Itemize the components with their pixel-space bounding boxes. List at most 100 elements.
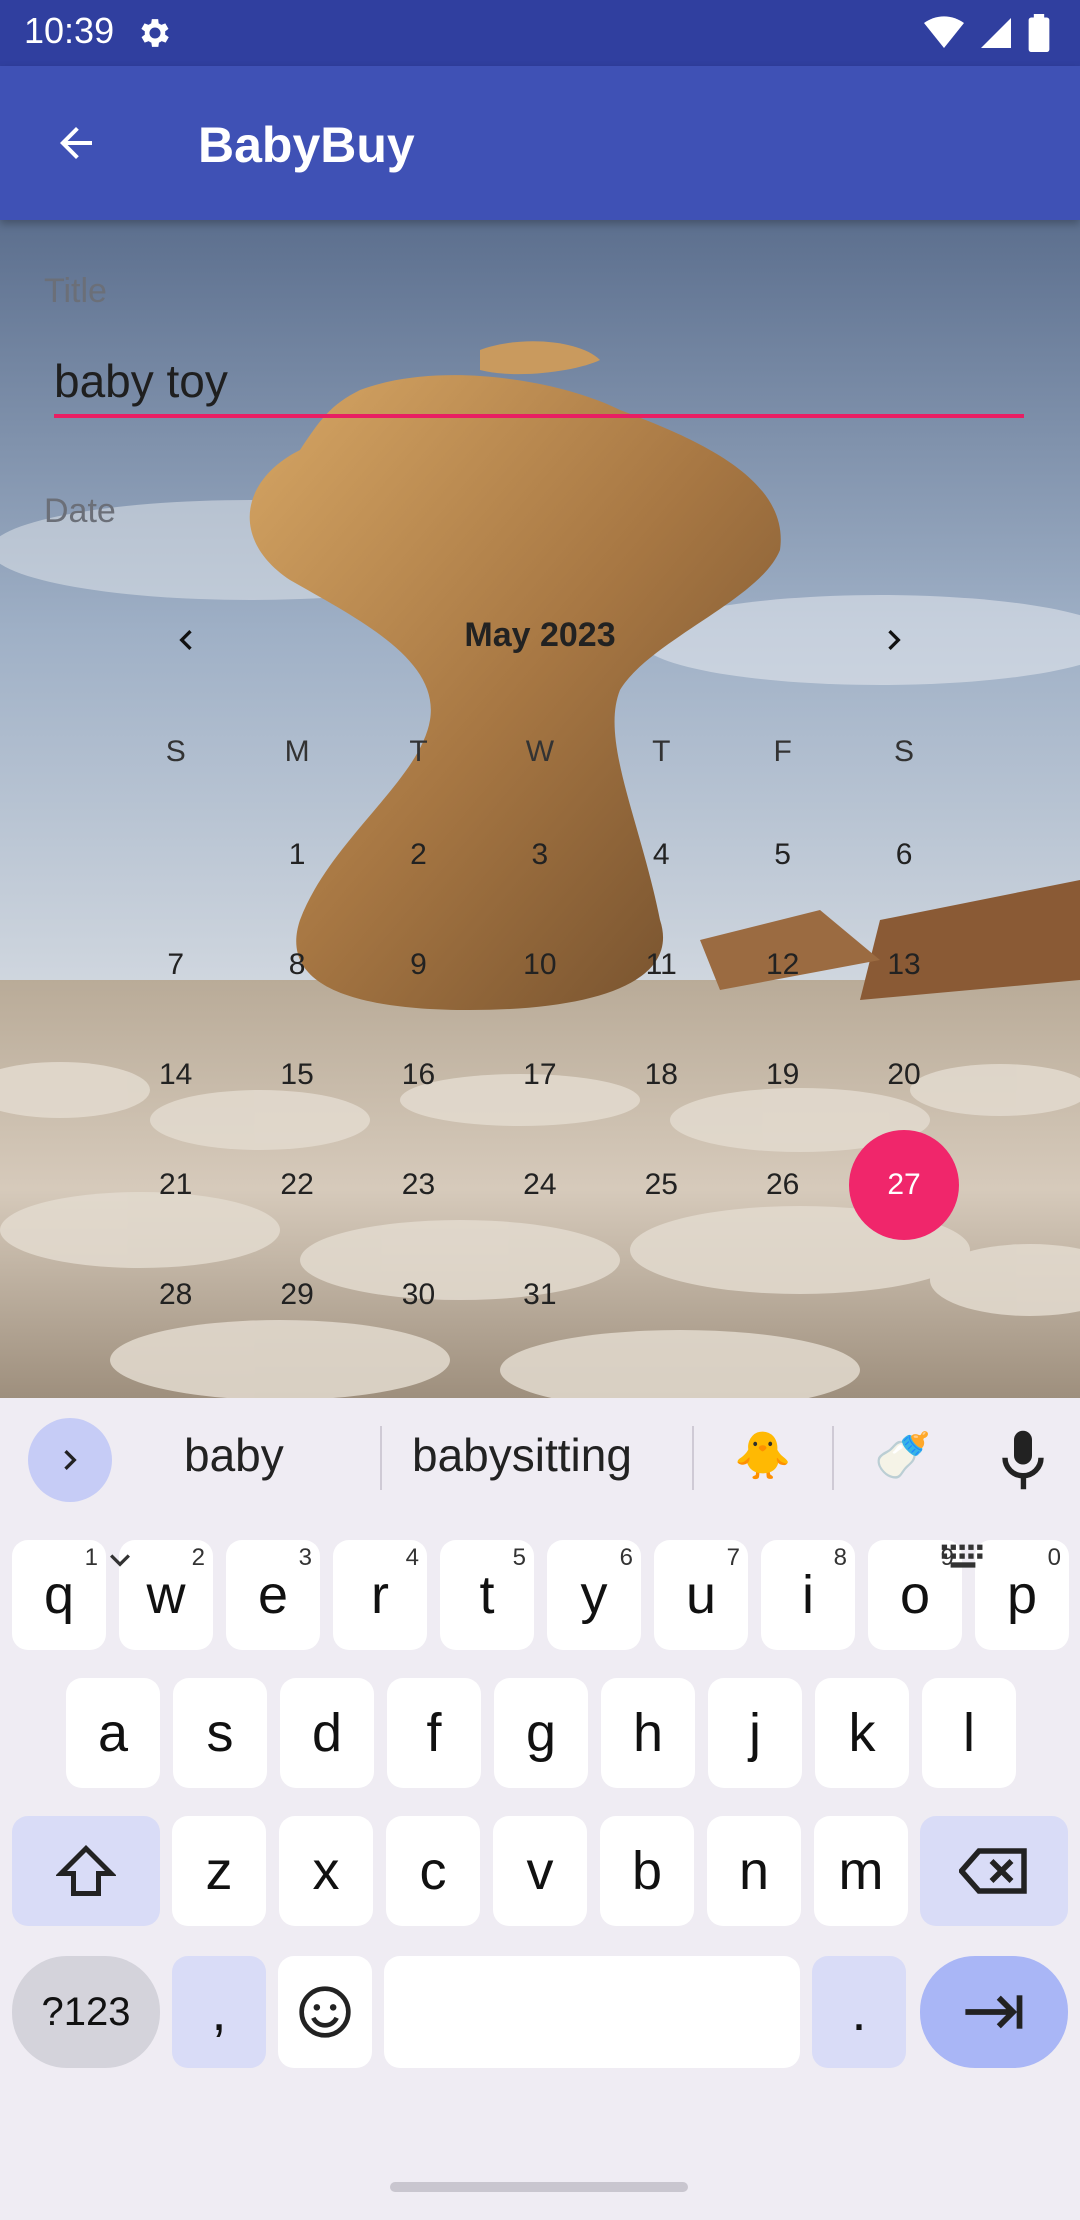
calendar-day[interactable]: 6 [843,800,964,910]
calendar-day-empty [115,800,236,910]
battery-icon [1028,14,1050,52]
suggestion-word[interactable]: babysitting [412,1428,632,1482]
calendar-day[interactable]: 10 [479,910,600,1020]
key-m[interactable]: m [814,1816,908,1926]
weekday-label: T [652,735,671,768]
weekday-label: S [894,735,915,768]
soft-keyboard: baby babysitting 🐥 🍼 q1w2e3r4t5y6u7i8o9p… [0,1398,1080,2220]
suggestion-emoji-chick[interactable]: 🐥 [734,1428,791,1483]
calendar-day[interactable]: 12 [722,910,843,1020]
key-v[interactable]: v [493,1816,587,1926]
calendar-day[interactable]: 29 [236,1240,357,1350]
calendar-day[interactable]: 8 [236,910,357,1020]
calendar-day[interactable]: 15 [236,1020,357,1130]
calendar-day[interactable]: 11 [601,910,722,1020]
comma-key[interactable]: , [172,1956,266,2068]
calendar-week-row: 123456 [115,800,965,910]
space-key[interactable] [384,1956,800,2068]
backspace-icon [959,1848,1027,1894]
key-q[interactable]: q1 [12,1540,106,1650]
calendar-day[interactable]: 2 [358,800,479,910]
calendar-day[interactable]: 4 [601,800,722,910]
key-j[interactable]: j [708,1678,802,1788]
calendar-day[interactable]: 31 [479,1240,600,1350]
key-h[interactable]: h [601,1678,695,1788]
calendar-day[interactable]: 19 [722,1020,843,1130]
shift-key[interactable] [12,1816,160,1926]
key-l[interactable]: l [922,1678,1016,1788]
cell-signal-icon [981,18,1011,48]
calendar-header: May 2023 [140,600,940,680]
emoji-icon [299,1986,351,2038]
expand-suggestions-button[interactable] [28,1418,112,1502]
hide-keyboard-chevron-icon[interactable] [100,1540,140,1580]
microphone-icon[interactable] [996,1428,1050,1492]
suggestion-emoji-bottle[interactable]: 🍼 [874,1428,931,1483]
calendar-day[interactable]: 9 [358,910,479,1020]
calendar-day[interactable]: 14 [115,1020,236,1130]
calendar-day[interactable]: 23 [358,1130,479,1240]
app-title: BabyBuy [198,117,415,173]
calendar-day[interactable]: 5 [722,800,843,910]
key-b[interactable]: b [600,1816,694,1926]
key-d[interactable]: d [280,1678,374,1788]
calendar-day[interactable]: 22 [236,1130,357,1240]
suggestion-divider [692,1426,694,1490]
calendar-day[interactable]: 1 [236,800,357,910]
calendar-day[interactable]: 30 [358,1240,479,1350]
form-content: Title Date May 2023 S M T W T F S 123456… [0,220,1080,1398]
suggestion-word[interactable]: baby [184,1428,284,1482]
calendar-day[interactable]: 16 [358,1020,479,1130]
key-u[interactable]: u7 [654,1540,748,1650]
calendar-week-row: 28 29 30 31 [115,1240,965,1350]
calendar-day[interactable]: 24 [479,1130,600,1240]
key-g[interactable]: g [494,1678,588,1788]
calendar-day[interactable]: 17 [479,1020,600,1130]
calendar-day[interactable]: 18 [601,1020,722,1130]
date-label: Date [44,492,116,530]
key-i[interactable]: i8 [761,1540,855,1650]
weekday-label: T [409,735,428,768]
next-month-button[interactable] [864,610,924,670]
key-c[interactable]: c [386,1816,480,1926]
calendar-day[interactable]: 25 [601,1130,722,1240]
suggestion-divider [380,1426,382,1490]
key-x[interactable]: x [279,1816,373,1926]
calendar-day-empty [722,1240,843,1350]
calendar-day[interactable]: 20 [843,1020,964,1130]
back-button[interactable] [36,110,116,176]
next-field-key[interactable] [920,1956,1068,2068]
calendar-day[interactable]: 26 [722,1130,843,1240]
calendar-day[interactable]: 28 [115,1240,236,1350]
title-label: Title [44,272,107,310]
switch-keyboard-icon[interactable] [940,1540,986,1574]
symbols-key[interactable]: ?123 [12,1956,160,2068]
key-a[interactable]: a [66,1678,160,1788]
status-time: 10:39 [24,10,115,51]
calendar-day[interactable]: 13 [843,910,964,1020]
key-r[interactable]: r4 [333,1540,427,1650]
emoji-key[interactable] [278,1956,372,2068]
calendar-day-selected[interactable]: 27 [843,1130,964,1240]
calendar-day[interactable]: 7 [115,910,236,1020]
home-indicator[interactable] [390,2182,688,2192]
calendar-day[interactable]: 3 [479,800,600,910]
key-t[interactable]: t5 [440,1540,534,1650]
calendar-day[interactable]: 21 [115,1130,236,1240]
key-k[interactable]: k [815,1678,909,1788]
key-f[interactable]: f [387,1678,481,1788]
title-input[interactable] [54,348,1024,414]
key-s[interactable]: s [173,1678,267,1788]
title-input-underline [54,414,1024,418]
backspace-key[interactable] [920,1816,1068,1926]
weekday-label: M [284,735,310,768]
calendar-day-empty [601,1240,722,1350]
key-e[interactable]: e3 [226,1540,320,1650]
key-y[interactable]: y6 [547,1540,641,1650]
weekday-header-row: S M T W T F S [115,735,965,769]
period-key[interactable]: . [812,1956,906,2068]
key-p[interactable]: p0 [975,1540,1069,1650]
weekday-label: F [773,735,792,768]
key-z[interactable]: z [172,1816,266,1926]
key-n[interactable]: n [707,1816,801,1926]
